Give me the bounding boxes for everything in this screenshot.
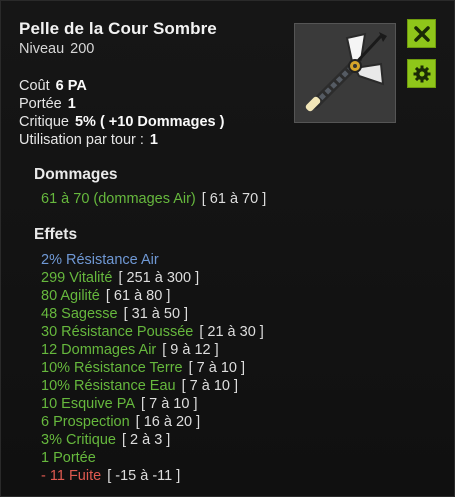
- item-level: Niveau 200: [19, 41, 94, 57]
- stat-cost: Coût 6 PA: [19, 77, 224, 95]
- item-image: [294, 23, 396, 123]
- effect-row: 1 Portée: [41, 449, 264, 467]
- effect-text: - 11 Fuite: [41, 468, 102, 484]
- effect-text: 10% Résistance Terre: [41, 360, 183, 376]
- stat-value: 5% ( +10 Dommages ): [74, 114, 225, 130]
- close-icon: [413, 25, 430, 42]
- shovel-axe-item-icon: [305, 32, 387, 112]
- effect-text: 10 Esquive PA: [41, 396, 136, 412]
- effect-row: 10% Résistance Eau [ 7 à 10 ]: [41, 377, 264, 395]
- item-name: Pelle de la Cour Sombre: [19, 19, 217, 38]
- stat-label: Portée: [19, 96, 62, 112]
- stat-label: Coût: [19, 78, 50, 94]
- effect-text: 299 Vitalité: [41, 270, 113, 286]
- gear-icon: [413, 65, 430, 82]
- level-label: Niveau: [19, 41, 65, 57]
- effect-text: 2% Résistance Air: [41, 252, 159, 268]
- stat-critical: Critique 5% ( +10 Dommages ): [19, 113, 224, 131]
- effect-range: [ 251 à 300 ]: [118, 270, 200, 286]
- effect-range: [ 21 à 30 ]: [199, 324, 264, 340]
- effect-text: 30 Résistance Poussée: [41, 324, 194, 340]
- effect-range: [ 7 à 10 ]: [181, 378, 239, 394]
- effect-row: 10% Résistance Terre [ 7 à 10 ]: [41, 359, 264, 377]
- effect-range: [ 61 à 80 ]: [105, 288, 171, 304]
- item-tooltip-panel: Pelle de la Cour Sombre Niveau 200 Coût 6 …: [0, 0, 455, 497]
- effect-text: 80 Agilité: [41, 288, 100, 304]
- stat-value: 1: [67, 96, 76, 112]
- effects-section-title: Effets: [34, 226, 78, 243]
- effect-text: 3% Critique: [41, 432, 116, 448]
- effect-range: [ 31 à 50 ]: [123, 306, 189, 322]
- effect-range: [ 2 à 3 ]: [121, 432, 171, 448]
- effect-row: 12 Dommages Air [ 9 à 12 ]: [41, 341, 264, 359]
- effect-row: 48 Sagesse [ 31 à 50 ]: [41, 305, 264, 323]
- effect-text: 10% Résistance Eau: [41, 378, 176, 394]
- effect-range: [ 9 à 12 ]: [162, 342, 219, 358]
- close-button[interactable]: [407, 19, 436, 48]
- effect-row: 6 Prospection [ 16 à 20 ]: [41, 413, 264, 431]
- stat-label: Critique: [19, 114, 69, 130]
- effect-range: [ 7 à 10 ]: [141, 396, 198, 412]
- damage-range: [ 61 à 70 ]: [201, 191, 267, 207]
- stat-value: 6 PA: [55, 78, 87, 94]
- effect-text: 12 Dommages Air: [41, 342, 157, 358]
- level-value: 200: [70, 41, 95, 57]
- settings-button[interactable]: [407, 59, 436, 88]
- effect-row: 3% Critique [ 2 à 3 ]: [41, 431, 264, 449]
- effect-range: [ 7 à 10 ]: [188, 360, 246, 376]
- effect-row: 299 Vitalité [ 251 à 300 ]: [41, 269, 264, 287]
- effect-text: 6 Prospection: [41, 414, 130, 430]
- effects-list: 2% Résistance Air 299 Vitalité [ 251 à 300…: [41, 251, 264, 485]
- effect-text: 48 Sagesse: [41, 306, 118, 322]
- stat-range: Portée 1: [19, 95, 224, 113]
- effect-range: [ 16 à 20 ]: [135, 414, 201, 430]
- effect-row: 10 Esquive PA [ 7 à 10 ]: [41, 395, 264, 413]
- effect-row: 2% Résistance Air: [41, 251, 264, 269]
- effect-row: 80 Agilité [ 61 à 80 ]: [41, 287, 264, 305]
- effect-row: - 11 Fuite [ -15 à -11 ]: [41, 467, 264, 485]
- item-stats: Coût 6 PA Portée 1 Critique 5% ( +10 Dommag…: [19, 77, 224, 149]
- effect-text: 1 Portée: [41, 450, 96, 466]
- damage-section-title: Dommages: [34, 166, 118, 183]
- damage-value: 61 à 70 (dommages Air): [41, 191, 196, 207]
- damage-line: 61 à 70 (dommages Air) [ 61 à 70 ]: [41, 191, 266, 207]
- stat-label: Utilisation par tour :: [19, 132, 144, 148]
- stat-uses-per-turn: Utilisation par tour : 1: [19, 131, 224, 149]
- effect-range: [ -15 à -11 ]: [107, 468, 181, 484]
- effect-row: 30 Résistance Poussée [ 21 à 30 ]: [41, 323, 264, 341]
- stat-value: 1: [149, 132, 158, 148]
